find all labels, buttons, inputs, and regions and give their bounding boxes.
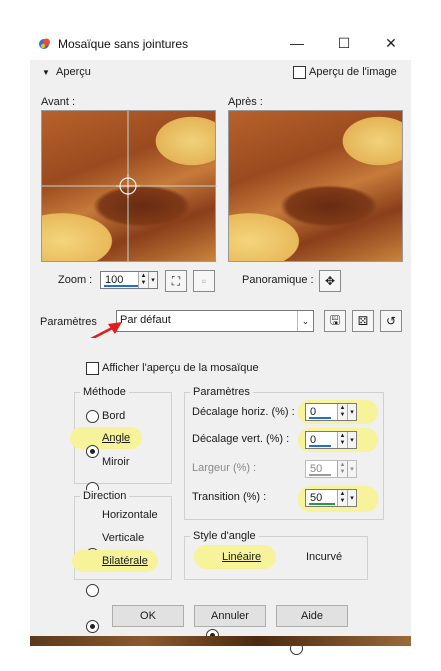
- method-angle-radio[interactable]: [86, 445, 99, 458]
- before-preview-image[interactable]: [41, 110, 217, 263]
- background-image-strip: [30, 636, 411, 646]
- random-button[interactable]: ⚄: [352, 310, 374, 332]
- method-angle-label: Angle: [102, 432, 131, 444]
- minimize-button[interactable]: —: [282, 30, 312, 56]
- chevron-down-icon[interactable]: ⌄: [297, 311, 313, 331]
- crosshair-icon: [42, 111, 217, 263]
- direction-vertical-radio[interactable]: [86, 584, 99, 597]
- corner-linear-label: Linéaire: [222, 551, 262, 563]
- h-offset-dropdown-icon[interactable]: ▾: [347, 404, 356, 420]
- method-edge-label: Bord: [102, 410, 126, 422]
- collapse-triangle-icon[interactable]: ▼: [42, 68, 50, 77]
- h-offset-spinner[interactable]: ▲ ▼: [337, 404, 347, 420]
- width-spinner[interactable]: ▲ ▼: [337, 461, 347, 477]
- h-offset-underline: [309, 417, 331, 419]
- transition-input[interactable]: 50 ▲ ▼ ▾: [305, 489, 357, 507]
- zoom-dropdown-icon[interactable]: ▾: [148, 272, 157, 288]
- width-dropdown-icon[interactable]: ▾: [347, 461, 356, 477]
- image-preview-checkbox[interactable]: [293, 66, 306, 79]
- help-button[interactable]: Aide: [276, 605, 348, 627]
- tiling-preview-label: Afficher l'aperçu de la mosaïque: [102, 362, 259, 374]
- width-input[interactable]: 50 ▲ ▼ ▾: [305, 460, 357, 478]
- save-icon: 🖫: [329, 312, 341, 327]
- v-offset-underline: [309, 445, 331, 447]
- after-preview-image: [228, 110, 403, 262]
- maximize-button[interactable]: ☐: [329, 30, 359, 56]
- direction-title: Direction: [80, 490, 130, 502]
- v-offset-dropdown-icon[interactable]: ▾: [347, 432, 356, 448]
- zoom-input[interactable]: 100 ▲ ▼ ▾: [100, 271, 158, 289]
- window-title: Mosaïque sans jointures: [58, 37, 189, 51]
- dice-icon: ⚄: [357, 314, 369, 328]
- zoom-label: Zoom :: [58, 274, 93, 286]
- direction-bilateral-label: Bilatérale: [102, 555, 148, 567]
- preview-toggle-label[interactable]: Aperçu: [56, 66, 91, 78]
- direction-bilateral-radio[interactable]: [86, 620, 99, 633]
- direction-horizontal-label: Horizontale: [102, 509, 158, 521]
- before-label: Avant :: [41, 96, 76, 108]
- tiling-preview-checkbox[interactable]: [86, 362, 99, 375]
- transition-label: Transition (%) :: [192, 491, 267, 503]
- transition-dropdown-icon[interactable]: ▾: [347, 490, 356, 506]
- cancel-button[interactable]: Annuler: [194, 605, 266, 627]
- save-preset-button[interactable]: 🖫: [324, 310, 346, 332]
- pan-button[interactable]: ✥: [319, 270, 341, 292]
- actual-size-icon: ▫: [201, 274, 207, 288]
- ok-button[interactable]: OK: [112, 605, 184, 627]
- h-offset-label: Décalage horiz. (%) :: [192, 406, 295, 418]
- transition-underline: [309, 503, 335, 505]
- maximize-icon: ☐: [337, 34, 351, 51]
- method-title: Méthode: [80, 386, 129, 398]
- pan-label: Panoramique :: [242, 274, 314, 286]
- minimize-icon: —: [290, 35, 304, 51]
- v-offset-spinner[interactable]: ▲ ▼: [337, 432, 347, 448]
- presets-dropdown[interactable]: Par défaut ⌄: [116, 310, 314, 332]
- zoom-underline: [104, 285, 138, 287]
- width-label: Largeur (%) :: [192, 462, 257, 474]
- zoom-fit-button[interactable]: ⛶: [165, 270, 187, 292]
- v-offset-label: Décalage vert. (%) :: [192, 433, 290, 445]
- v-offset-input[interactable]: 0 ▲ ▼ ▾: [305, 431, 357, 449]
- width-underline: [309, 474, 331, 476]
- close-button[interactable]: ✕: [376, 30, 406, 56]
- move-icon: ✥: [324, 274, 336, 288]
- zoom-actual-button[interactable]: ▫: [193, 270, 215, 292]
- image-preview-label: Aperçu de l'image: [309, 66, 397, 78]
- reset-button[interactable]: ↺: [380, 310, 402, 332]
- corner-style-title: Style d'angle: [190, 530, 259, 542]
- close-icon: ✕: [385, 34, 397, 51]
- method-mirror-label: Miroir: [102, 456, 130, 468]
- transition-spinner[interactable]: ▲ ▼: [337, 490, 347, 506]
- app-logo-icon: [38, 37, 52, 51]
- h-offset-input[interactable]: 0 ▲ ▼ ▾: [305, 403, 357, 421]
- reset-icon: ↺: [385, 314, 397, 328]
- zoom-spinner[interactable]: ▲ ▼: [138, 272, 148, 288]
- after-label: Après :: [228, 96, 263, 108]
- method-edge-radio[interactable]: [86, 410, 99, 423]
- direction-vertical-label: Verticale: [102, 532, 145, 544]
- corner-curved-label: Incurvé: [306, 551, 343, 563]
- zoom-fit-icon: ⛶: [171, 273, 181, 288]
- settings-title: Paramètres: [190, 386, 253, 398]
